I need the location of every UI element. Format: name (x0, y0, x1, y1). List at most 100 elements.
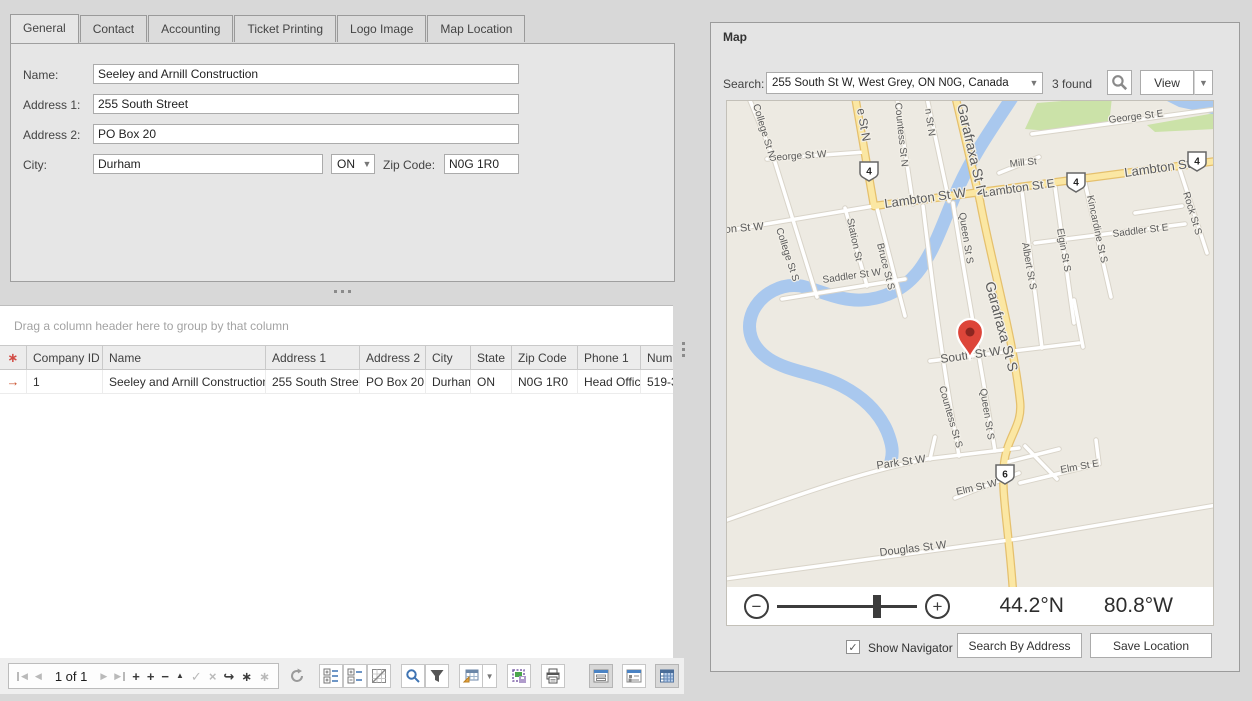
tab-logo-image[interactable]: Logo Image (337, 15, 426, 42)
column-header[interactable]: City (426, 346, 471, 369)
address2-field[interactable] (93, 124, 519, 144)
filter-asterisk2-button[interactable]: ∗ (259, 670, 270, 683)
table-row[interactable]: → 1Seeley and Arnill Construction255 Sout… (0, 370, 673, 394)
tab-strip: General Contact Accounting Ticket Printi… (10, 14, 526, 42)
grid-toolbar: ◀ ◀ 1 of 1 ▶ ▶ + + − ▲ ✓ × ↪ ∗ ∗ (0, 658, 684, 694)
zip-field[interactable] (444, 154, 519, 174)
form-view-icon (593, 668, 609, 684)
grid-view-button[interactable] (655, 664, 679, 688)
collapse-groups-button[interactable] (343, 664, 367, 688)
cancel-edit-button[interactable]: × (209, 670, 217, 683)
tab-ticket-printing[interactable]: Ticket Printing (234, 15, 336, 42)
tab-contact[interactable]: Contact (80, 15, 147, 42)
state-dropdown[interactable]: ON ▼ (331, 154, 375, 174)
grid-group-panel[interactable]: Drag a column header here to group by th… (0, 306, 673, 345)
zoom-out-button[interactable]: − (744, 594, 769, 619)
latitude-value: 44.2°N (999, 594, 1063, 618)
next-page-button[interactable]: ↪ (223, 670, 234, 683)
table-cell[interactable]: PO Box 20 (360, 370, 426, 393)
table-cell[interactable]: 255 South Street (266, 370, 360, 393)
layout-button[interactable] (367, 664, 391, 688)
table-cell[interactable]: N0G 1R0 (512, 370, 578, 393)
search-by-address-button[interactable]: Search By Address (957, 633, 1082, 658)
search-button[interactable] (401, 664, 425, 688)
first-record-button[interactable]: ◀ (17, 672, 28, 681)
map-search-label: Search: (723, 77, 764, 91)
city-field[interactable] (93, 154, 323, 174)
prev-record-button[interactable]: ◀ (35, 672, 42, 681)
collapse-groups-icon (347, 668, 363, 684)
zoom-in-button[interactable]: + (925, 594, 950, 619)
refresh-button[interactable] (285, 664, 309, 688)
column-header[interactable]: Phone 1 (578, 346, 641, 369)
form-view-button[interactable] (589, 664, 613, 688)
record-position-label: 1 of 1 (49, 669, 94, 684)
column-header[interactable]: Company ID (27, 346, 103, 369)
expand-groups-icon (323, 668, 339, 684)
address2-label: Address 2: (23, 124, 93, 146)
map-search-button[interactable] (1107, 70, 1132, 95)
map-coordinates: 44.2°N 80.8°W (999, 594, 1213, 618)
append-record-button[interactable]: + (132, 670, 140, 683)
view-dropdown[interactable]: ▼ (1194, 70, 1213, 95)
row-indicator[interactable]: → (0, 370, 27, 393)
last-record-button[interactable]: ▶ (114, 672, 125, 681)
table-cell[interactable]: Head Office (578, 370, 641, 393)
column-header[interactable]: Num (641, 346, 673, 369)
table-cell[interactable]: 519-3 (641, 370, 673, 393)
new-row-icon: ∗ (8, 350, 19, 366)
chevron-down-icon: ▼ (360, 159, 374, 169)
name-field[interactable] (93, 64, 519, 84)
next-record-button[interactable]: ▶ (100, 672, 107, 681)
check-icon: ✓ (848, 641, 857, 654)
column-header[interactable]: Zip Code (512, 346, 578, 369)
delete-record-button[interactable]: − (161, 670, 169, 683)
search-icon (405, 668, 421, 684)
company-form: Name: Address 1: Address 2: City: ON ▼ Z… (10, 43, 675, 282)
column-header[interactable]: Name (103, 346, 266, 369)
table-cell[interactable]: Seeley and Arnill Construction (103, 370, 266, 393)
map-search-combo[interactable]: 255 South St W, West Grey, ON N0G, Canad… (766, 72, 1043, 94)
edit-record-button[interactable]: ▲ (176, 672, 184, 680)
column-chooser-dropdown[interactable]: ▼ (483, 664, 497, 688)
view-button[interactable]: View (1140, 70, 1194, 95)
save-location-button[interactable]: Save Location (1090, 633, 1212, 658)
tab-general[interactable]: General (10, 14, 79, 43)
append-child-button[interactable]: + (147, 670, 155, 683)
tab-map-location[interactable]: Map Location (427, 15, 525, 42)
table-cell[interactable]: 1 (27, 370, 103, 393)
grid-indicator-header[interactable]: ∗ (0, 346, 27, 369)
save-layout-button[interactable] (507, 664, 531, 688)
expand-groups-button[interactable] (319, 664, 343, 688)
zip-label: Zip Code: (383, 154, 435, 176)
map-panel: Map Search: 255 South St W, West Grey, O… (710, 22, 1240, 672)
show-navigator-checkbox[interactable]: ✓ (846, 640, 860, 654)
table-cell[interactable]: Durham (426, 370, 471, 393)
horizontal-splitter[interactable] (334, 290, 351, 293)
zoom-slider[interactable] (777, 605, 917, 608)
address1-field[interactable] (93, 94, 519, 114)
tab-accounting[interactable]: Accounting (148, 15, 233, 42)
map-search-value: 255 South St W, West Grey, ON N0G, Canad… (767, 77, 1026, 89)
vertical-splitter[interactable] (682, 342, 685, 360)
column-header[interactable]: Address 1 (266, 346, 360, 369)
column-header[interactable]: Address 2 (360, 346, 426, 369)
filter-asterisk-button[interactable]: ∗ (241, 670, 252, 683)
map-viewport[interactable]: George St WCollege St Ne St NCountess St… (726, 100, 1214, 626)
address1-label: Address 1: (23, 94, 93, 116)
end-edit-button[interactable]: ✓ (191, 670, 202, 683)
print-button[interactable] (541, 664, 565, 688)
record-view-button[interactable] (622, 664, 646, 688)
zoom-slider-thumb[interactable] (873, 595, 881, 618)
column-header[interactable]: State (471, 346, 512, 369)
state-value: ON (332, 157, 360, 171)
city-label: City: (23, 154, 93, 176)
longitude-value: 80.8°W (1104, 594, 1173, 618)
table-cell[interactable]: ON (471, 370, 512, 393)
column-chooser-button[interactable] (459, 664, 483, 688)
filter-button[interactable] (425, 664, 449, 688)
map-zoom-bar: − + 44.2°N 80.8°W (727, 587, 1213, 625)
refresh-icon (288, 667, 306, 685)
map-canvas[interactable]: George St WCollege St Ne St NCountess St… (727, 101, 1214, 626)
current-row-icon: → (7, 374, 20, 389)
